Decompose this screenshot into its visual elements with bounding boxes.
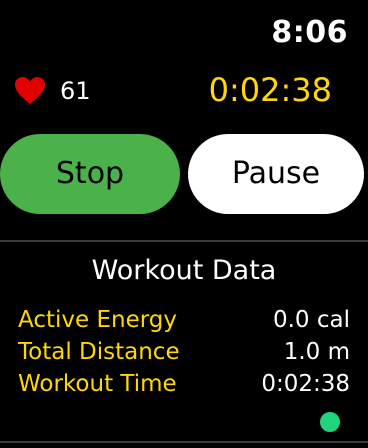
pause-button[interactable]: Pause bbox=[188, 134, 364, 214]
heart-rate-row: 61 bbox=[14, 74, 91, 108]
data-row-active-energy: Active Energy 0.0 cal bbox=[18, 304, 350, 336]
workout-data-list: Active Energy 0.0 cal Total Distance 1.0… bbox=[18, 304, 350, 400]
stop-button[interactable]: Stop bbox=[0, 134, 180, 214]
data-label: Workout Time bbox=[18, 371, 177, 397]
data-value: 0.0 cal bbox=[272, 307, 350, 333]
clock-time: 8:06 bbox=[271, 15, 348, 50]
heart-icon bbox=[14, 76, 46, 106]
status-dot-indicator bbox=[320, 412, 340, 432]
data-row-total-distance: Total Distance 1.0 m bbox=[18, 336, 350, 368]
data-label: Active Energy bbox=[18, 307, 177, 333]
elapsed-time: 0:02:38 bbox=[208, 71, 332, 109]
section-title: Workout Data bbox=[91, 255, 277, 286]
data-row-workout-time: Workout Time 0:02:38 bbox=[18, 368, 350, 400]
divider bbox=[0, 441, 368, 443]
pause-button-label: Pause bbox=[231, 156, 321, 191]
heart-shape bbox=[15, 77, 45, 104]
data-value: 0:02:38 bbox=[261, 371, 350, 397]
divider bbox=[0, 240, 368, 242]
heart-rate-value: 61 bbox=[60, 77, 91, 105]
data-label: Total Distance bbox=[18, 339, 180, 365]
data-value: 1.0 m bbox=[283, 339, 350, 365]
stop-button-label: Stop bbox=[55, 156, 125, 191]
